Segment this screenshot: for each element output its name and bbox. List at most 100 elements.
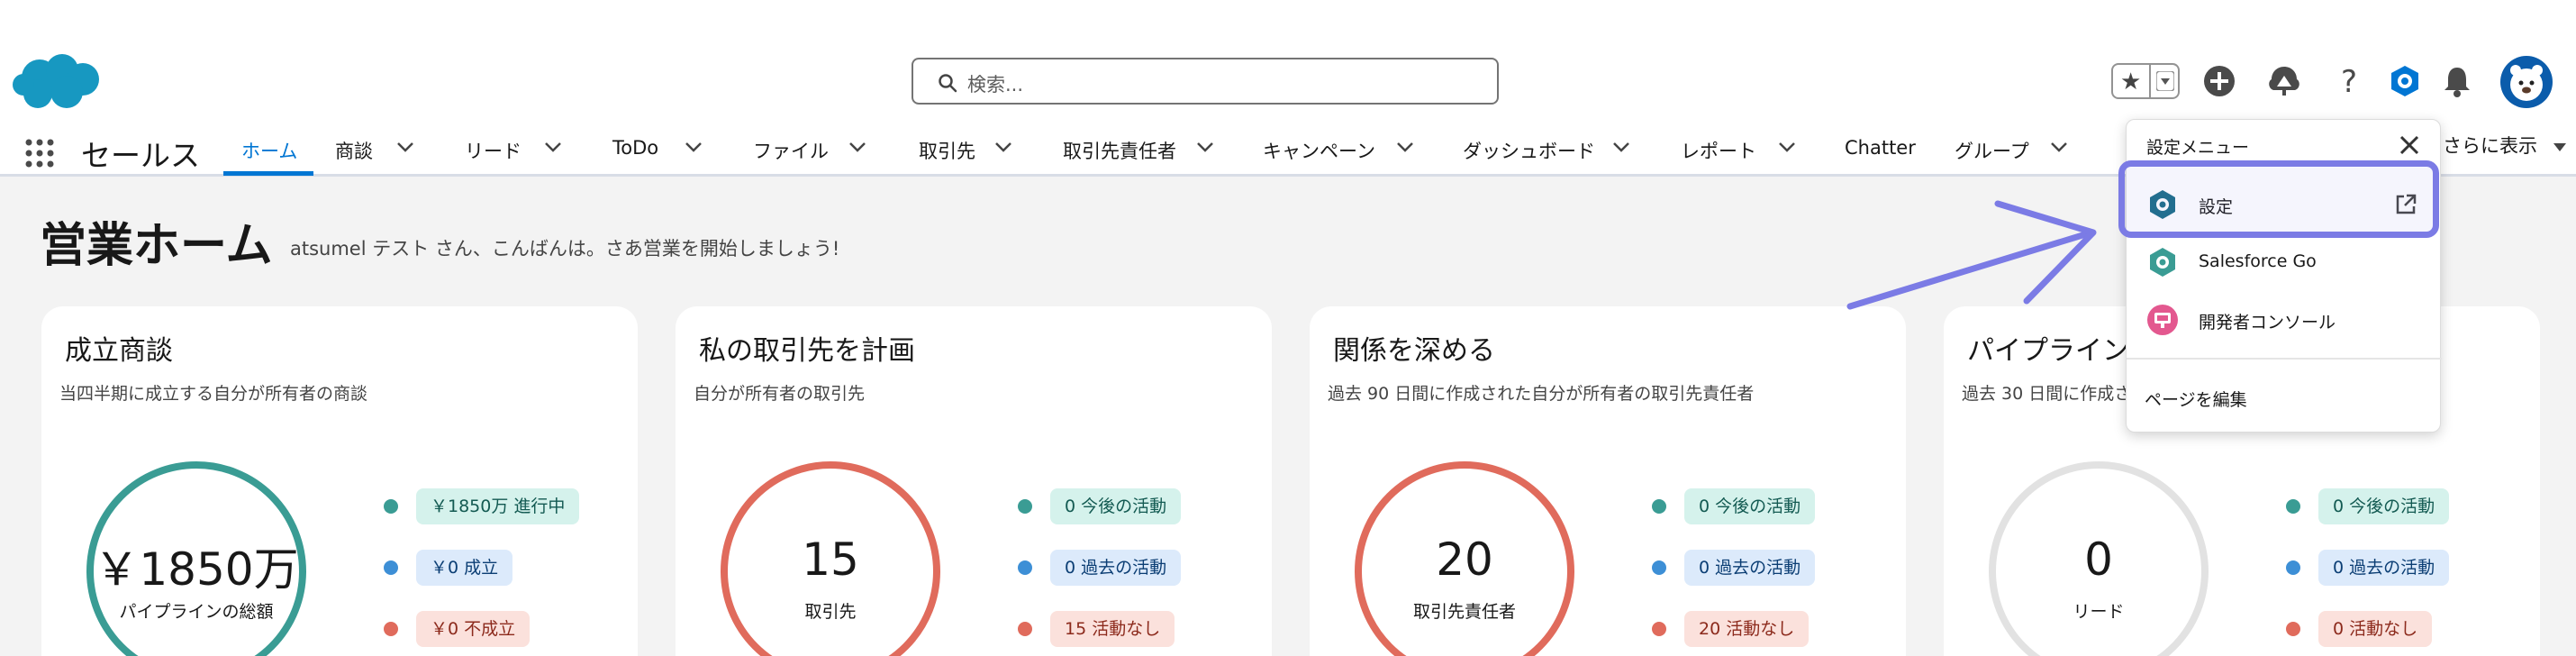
card-title: 成立商談 [65, 335, 173, 367]
status-badge: ￥0 成立 [416, 550, 513, 586]
tab-chatter[interactable]: Chatter [1845, 137, 1916, 159]
legend-dot [384, 499, 398, 514]
chevron-down-icon[interactable] [544, 141, 562, 153]
more-tabs-button[interactable]: さらに表示 [2443, 132, 2567, 159]
tab-opportunities[interactable]: 商談 [335, 137, 373, 164]
status-badge: 0 過去の活動 [1050, 550, 1182, 586]
legend-dot [384, 560, 398, 575]
legend-dot [384, 622, 398, 636]
tab-todo[interactable]: ToDo [612, 137, 658, 159]
card-subtitle: 過去 90 日間に作成された自分が所有者の取引先責任者 [1328, 384, 1755, 404]
global-search-input[interactable]: 検索... [912, 58, 1499, 105]
avatar[interactable] [2500, 56, 2553, 108]
favorites-divider [2149, 65, 2151, 97]
star-icon[interactable]: ★ [2120, 68, 2141, 96]
summary-value: ￥1850万 [94, 543, 299, 596]
card-subtitle: 当四半期に成立する自分が所有者の商談 [59, 384, 368, 404]
card-closed-opportunities: 成立商談 当四半期に成立する自分が所有者の商談 ￥1850万 パイプラインの総額… [41, 306, 638, 656]
chevron-down-icon[interactable] [1778, 141, 1796, 153]
global-header: 検索... ★ ? [0, 0, 2576, 126]
bell-icon[interactable] [2439, 63, 2475, 99]
annotation-arrow [1846, 200, 2097, 310]
status-badge: 15 活動なし [1050, 611, 1175, 647]
summary-ring[interactable]: ￥1850万 パイプラインの総額 [86, 461, 306, 656]
chevron-down-icon[interactable] [685, 141, 703, 153]
tab-groups[interactable]: グループ [1955, 137, 2029, 164]
chevron-down-icon[interactable] [994, 141, 1012, 153]
developer-console-icon [2147, 305, 2178, 335]
app-launcher-icon[interactable] [22, 135, 58, 171]
card-account-planning: 私の取引先を計画 自分が所有者の取引先 15 取引先 0 今後の活動 0 過去の… [676, 306, 1272, 656]
summary-value: 15 [802, 533, 859, 586]
tab-campaigns[interactable]: キャンペーン [1263, 137, 1375, 164]
search-icon [939, 74, 957, 93]
status-badge: 0 過去の活動 [1684, 550, 1816, 586]
tab-home[interactable]: ホーム [241, 137, 297, 164]
edit-page-link[interactable]: ページを編集 [2145, 387, 2247, 411]
status-badge: 0 今後の活動 [2318, 488, 2450, 524]
chevron-down-icon[interactable] [1612, 141, 1630, 153]
status-badge: ￥1850万 進行中 [416, 488, 580, 524]
salesforce-logo[interactable] [13, 50, 103, 114]
tab-accounts[interactable]: 取引先 [919, 137, 975, 164]
card-build-relationships: 関係を深める 過去 90 日間に作成された自分が所有者の取引先責任者 20 取引… [1310, 306, 1906, 656]
welcome-message: atsumel テスト さん、こんばんは。さあ営業を開始しましょう! [290, 238, 840, 260]
more-tabs-label: さらに表示 [2443, 135, 2537, 157]
settings-menu-item-salesforce-go[interactable]: Salesforce Go [2127, 233, 2442, 291]
help-icon[interactable]: ? [2331, 63, 2367, 99]
chevron-down-icon[interactable] [1396, 141, 1414, 153]
user-avatar-icon [2510, 65, 2543, 101]
page-title: 営業ホーム [40, 219, 273, 273]
tab-leads[interactable]: リード [465, 137, 522, 164]
tab-files[interactable]: ファイル [753, 137, 829, 164]
chevron-down-icon[interactable] [848, 141, 866, 153]
highlight-frame [2118, 160, 2439, 238]
status-badge: 0 今後の活動 [1684, 488, 1816, 524]
close-icon[interactable] [2397, 132, 2422, 158]
gear-icon [2150, 248, 2175, 277]
legend-dot [1652, 499, 1666, 514]
card-subtitle: 過去 30 日間に作成さ [1962, 384, 2132, 404]
active-tab-indicator [223, 171, 313, 176]
menu-item-label: 開発者コンソール [2199, 313, 2336, 333]
status-badge: 0 今後の活動 [1050, 488, 1182, 524]
card-subtitle: 自分が所有者の取引先 [694, 384, 866, 404]
status-badge: 0 過去の活動 [2318, 550, 2450, 586]
add-icon[interactable] [2201, 63, 2237, 99]
gear-icon[interactable] [2387, 63, 2423, 99]
card-title: 私の取引先を計画 [699, 335, 915, 367]
summary-label: 取引先責任者 [1412, 602, 1516, 622]
menu-item-label: Salesforce Go [2199, 251, 2317, 271]
svg-text:?: ? [2341, 64, 2357, 99]
tab-reports[interactable]: レポート [1681, 137, 1756, 164]
card-title: パイプライン [1967, 335, 2129, 367]
chevron-down-icon[interactable] [2050, 141, 2068, 153]
trailhead-icon[interactable] [2266, 63, 2302, 99]
summary-ring[interactable]: 0 リード [1989, 461, 2209, 656]
legend-dot [2286, 499, 2300, 514]
settings-menu-item-developer-console[interactable]: 開発者コンソール [2127, 291, 2442, 349]
summary-ring[interactable]: 20 取引先責任者 [1355, 461, 1574, 656]
chevron-down-icon[interactable] [396, 141, 414, 153]
summary-ring[interactable]: 15 取引先 [721, 461, 940, 656]
status-badge: ￥0 不成立 [416, 611, 531, 647]
legend-dot [1018, 499, 1032, 514]
caret-down-icon [2553, 143, 2566, 151]
legend-dot [1652, 622, 1666, 636]
favorites-button[interactable]: ★ [2111, 63, 2180, 99]
search-placeholder: 検索... [967, 74, 1024, 96]
tab-dashboards[interactable]: ダッシュボード [1463, 137, 1595, 164]
summary-label: 取引先 [804, 602, 857, 622]
app-name: セールス [81, 138, 200, 173]
chevron-down-icon[interactable] [2156, 71, 2174, 91]
legend-dot [1018, 560, 1032, 575]
summary-value: 20 [1436, 533, 1493, 586]
status-badge: 20 活動なし [1684, 611, 1810, 647]
tab-contacts[interactable]: 取引先責任者 [1063, 137, 1176, 164]
card-title: 関係を深める [1333, 335, 1495, 367]
legend-dot [1652, 560, 1666, 575]
legend-dot [2286, 560, 2300, 575]
summary-label: リード [2073, 602, 2125, 622]
chevron-down-icon[interactable] [1196, 141, 1214, 153]
menu-divider [2127, 358, 2442, 360]
